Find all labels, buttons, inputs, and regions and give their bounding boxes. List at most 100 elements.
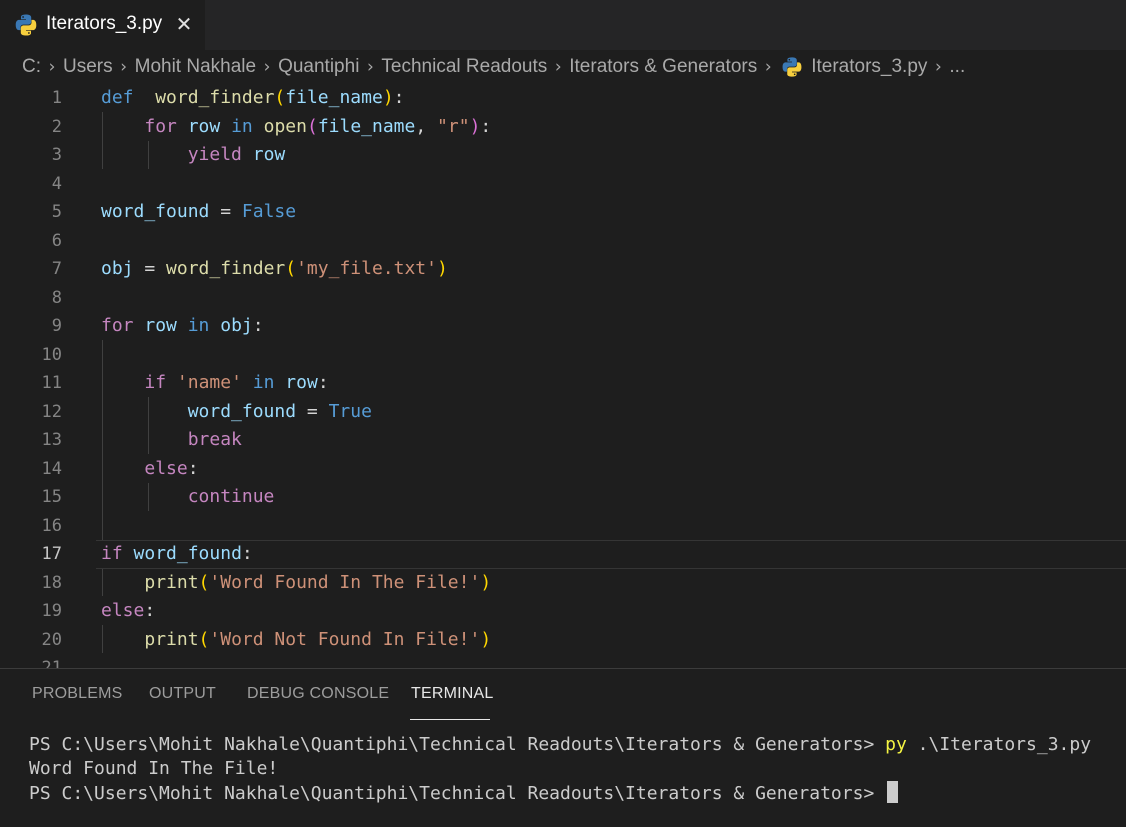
code-editor[interactable]: 1 def word_finder(file_name): 2 for row in… [0, 84, 1126, 668]
tab-label: Iterators_3.py [46, 13, 163, 34]
code-line[interactable]: 21 [0, 654, 1126, 668]
code-line[interactable]: 14 else: [0, 455, 1126, 484]
code-token: obj [220, 315, 253, 336]
code-token: else [101, 600, 145, 621]
python-icon [15, 14, 37, 36]
code-token: : [480, 115, 492, 137]
breadcrumb-item-file[interactable]: Iterators_3.py [811, 56, 927, 78]
tab-output[interactable]: OUTPUT [149, 685, 216, 703]
code-token: open [263, 115, 307, 137]
line-number: 1 [51, 88, 62, 108]
tab-terminal[interactable]: TERMINAL [411, 685, 494, 703]
tab-problems[interactable]: PROBLEMS [32, 685, 123, 703]
code-line[interactable]: 15 continue [0, 483, 1126, 512]
code-line[interactable]: 1 def word_finder(file_name): [0, 84, 1126, 113]
code-line[interactable]: 20 print('Word Not Found In File!') [0, 626, 1126, 655]
breadcrumb-item-symbols[interactable]: ... [949, 56, 965, 78]
breadcrumb-item-user[interactable]: Mohit Nakhale [135, 56, 256, 78]
code-text: break [101, 426, 242, 455]
code-token: if [101, 543, 123, 564]
code-line[interactable]: 8 [0, 284, 1126, 313]
code-line[interactable]: 13 break [0, 426, 1126, 455]
chevron-right-icon: › [263, 57, 271, 77]
code-token: row [144, 315, 177, 336]
code-token: : [393, 87, 405, 108]
breadcrumb-item-quantiphi[interactable]: Quantiphi [278, 56, 359, 78]
code-text: continue [101, 483, 275, 512]
line-number: 4 [51, 173, 62, 194]
code-line[interactable]: 12 word_found = True [0, 398, 1126, 427]
breadcrumb-item-drive[interactable]: C: [22, 56, 41, 78]
code-token: "r" [437, 115, 470, 137]
tab-debug-console[interactable]: DEBUG CONSOLE [247, 685, 389, 703]
terminal-output[interactable]: PS C:\Users\Mohit Nakhale\Quantiphi\Tech… [29, 733, 1091, 806]
code-text: print('Word Found In The File!') [101, 569, 491, 598]
code-token: 'Word Found In The File!' [209, 571, 481, 593]
code-token: = [209, 201, 242, 222]
line-number: 9 [51, 316, 62, 336]
code-token: row [285, 372, 318, 393]
code-text: if 'name' in row: [101, 369, 328, 398]
code-line[interactable]: 7 obj = word_finder('my_file.txt') [0, 255, 1126, 284]
breadcrumb-item-technical-readouts[interactable]: Technical Readouts [381, 56, 547, 78]
code-text: word_found = True [101, 398, 372, 427]
code-token: else [144, 457, 188, 479]
chevron-right-icon: › [554, 57, 562, 77]
chevron-right-icon: › [120, 57, 128, 77]
code-line[interactable]: 16 [0, 512, 1126, 541]
code-line[interactable]: 6 [0, 227, 1126, 256]
code-text: for row in open(file_name, "r"): [101, 113, 491, 142]
code-line[interactable]: 2 for row in open(file_name, "r"): [0, 113, 1126, 142]
code-text: for row in obj: [101, 312, 264, 341]
code-token: row [252, 144, 286, 165]
chevron-right-icon: › [48, 57, 56, 77]
code-token: word_found [133, 543, 242, 564]
code-line[interactable]: 18 print('Word Found In The File!') [0, 569, 1126, 598]
code-token: in [187, 315, 210, 336]
code-line[interactable]: 17 if word_found: [0, 540, 1126, 569]
code-token: = [133, 258, 167, 279]
breadcrumb-item-users[interactable]: Users [63, 56, 113, 78]
close-icon[interactable]: ✕ [172, 10, 196, 38]
editor-tab-iterators-3[interactable]: Iterators_3.py ✕ [0, 0, 205, 50]
line-number: 17 [41, 544, 62, 564]
active-tab-indicator [410, 719, 490, 720]
panel-tabs: PROBLEMS OUTPUT DEBUG CONSOLE TERMINAL [0, 685, 1126, 715]
code-line[interactable]: 10 [0, 341, 1126, 370]
code-text: def word_finder(file_name): [101, 84, 405, 113]
line-number: 21 [41, 658, 62, 668]
terminal-command-args: .\Iterators_3.py [906, 734, 1092, 755]
line-number: 3 [51, 145, 62, 165]
line-number: 7 [51, 259, 62, 279]
code-token: ) [382, 87, 394, 108]
breadcrumb-item-iterators-generators[interactable]: Iterators & Generators [569, 56, 757, 78]
code-token: file_name [317, 115, 416, 137]
code-line[interactable]: 19 else: [0, 597, 1126, 626]
code-text: word_found = False [101, 198, 296, 227]
tab-bar: Iterators_3.py ✕ [0, 0, 1126, 50]
code-token: in [252, 372, 275, 393]
code-line[interactable]: 4 [0, 170, 1126, 199]
code-text: else: [101, 455, 198, 484]
code-token: ( [274, 87, 286, 108]
code-line[interactable]: 5 word_found = False [0, 198, 1126, 227]
code-token: : [252, 315, 264, 336]
code-token: in [231, 115, 253, 137]
code-line[interactable]: 3 yield row [0, 141, 1126, 170]
code-text: obj = word_finder('my_file.txt') [101, 255, 448, 284]
line-number: 6 [51, 230, 62, 251]
code-line[interactable]: 9 for row in obj: [0, 312, 1126, 341]
code-token: False [241, 201, 297, 222]
code-line[interactable]: 11 if 'name' in row: [0, 369, 1126, 398]
terminal-output-line: Word Found In The File! [29, 758, 279, 779]
